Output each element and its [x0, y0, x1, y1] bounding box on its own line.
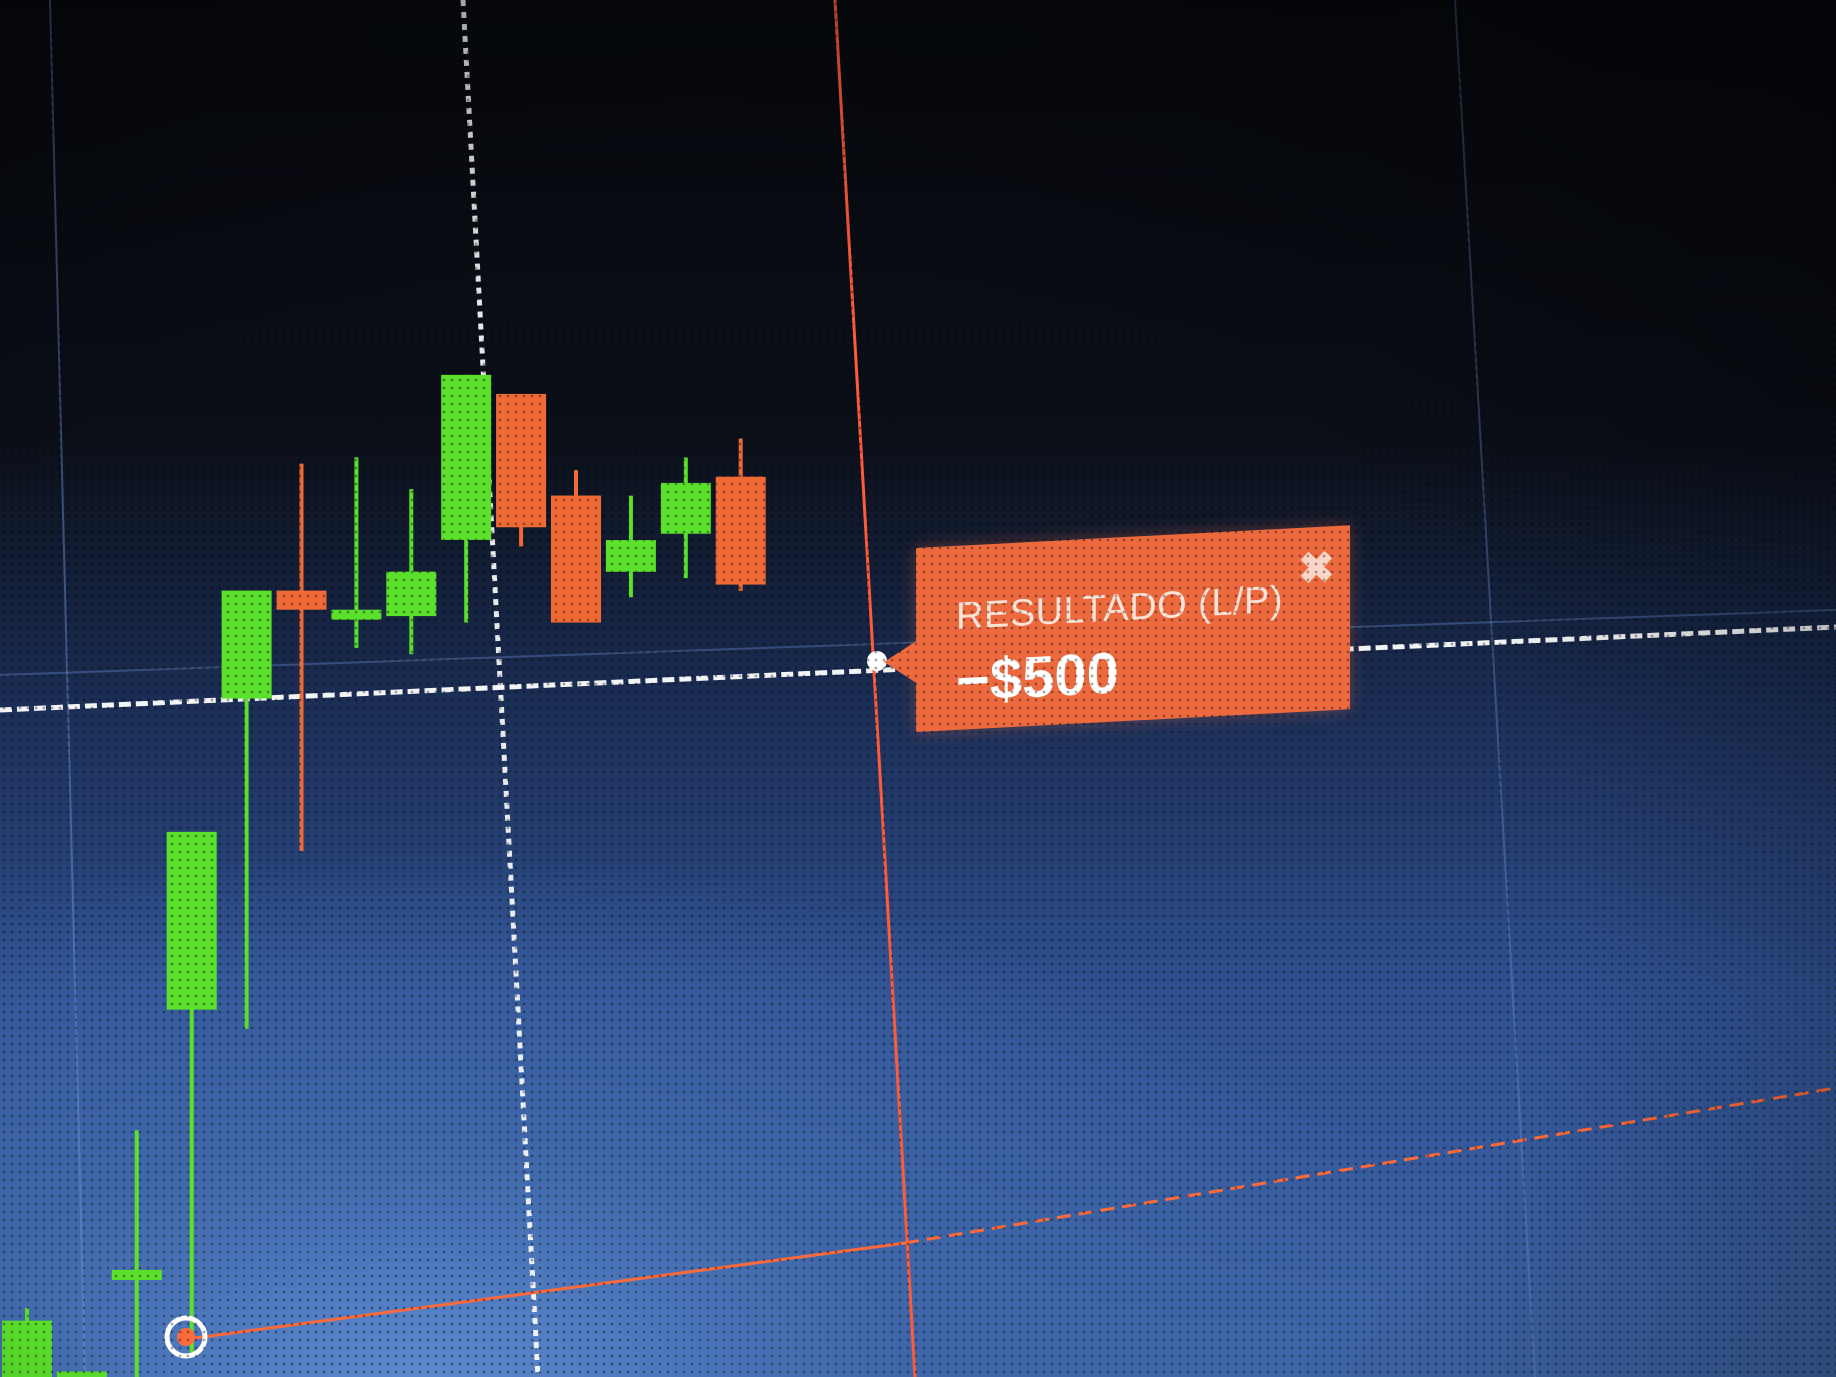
candle-bullish[interactable]	[441, 374, 492, 540]
result-label: RESULTADO (L/P)	[956, 578, 1284, 638]
candle-bearish[interactable]	[715, 476, 766, 585]
close-icon[interactable]: ✖	[1298, 543, 1335, 594]
candle-bullish[interactable]	[221, 590, 272, 699]
result-value: −$500	[956, 640, 1119, 714]
grid-line-vertical	[49, 0, 86, 1377]
candle-bearish[interactable]	[496, 393, 547, 528]
candle-bullish[interactable]	[2, 1320, 52, 1377]
result-panel-pointer	[884, 640, 918, 684]
candle-bullish[interactable]	[331, 609, 382, 620]
chart-area[interactable]: RESULTADO (L/P) −$500 ✖	[0, 0, 1836, 1377]
grid-line-vertical	[1454, 0, 1536, 1377]
target-lines	[179, 1086, 1836, 1342]
candle-bullish[interactable]	[166, 831, 217, 1010]
candle-bearish[interactable]	[276, 590, 327, 610]
entry-line[interactable]	[179, 1241, 906, 1342]
result-panel: RESULTADO (L/P) −$500 ✖	[916, 525, 1350, 732]
expiry-time-line[interactable]	[833, 0, 917, 1377]
candle-bullish[interactable]	[56, 1371, 107, 1377]
candles	[2, 374, 766, 1377]
candle-bullish[interactable]	[386, 571, 437, 617]
candle-bullish[interactable]	[111, 1269, 162, 1280]
entry-line-projection	[904, 1086, 1836, 1245]
candle-bullish[interactable]	[605, 540, 656, 572]
candle-bullish[interactable]	[660, 482, 711, 534]
candle-bearish[interactable]	[551, 495, 601, 623]
